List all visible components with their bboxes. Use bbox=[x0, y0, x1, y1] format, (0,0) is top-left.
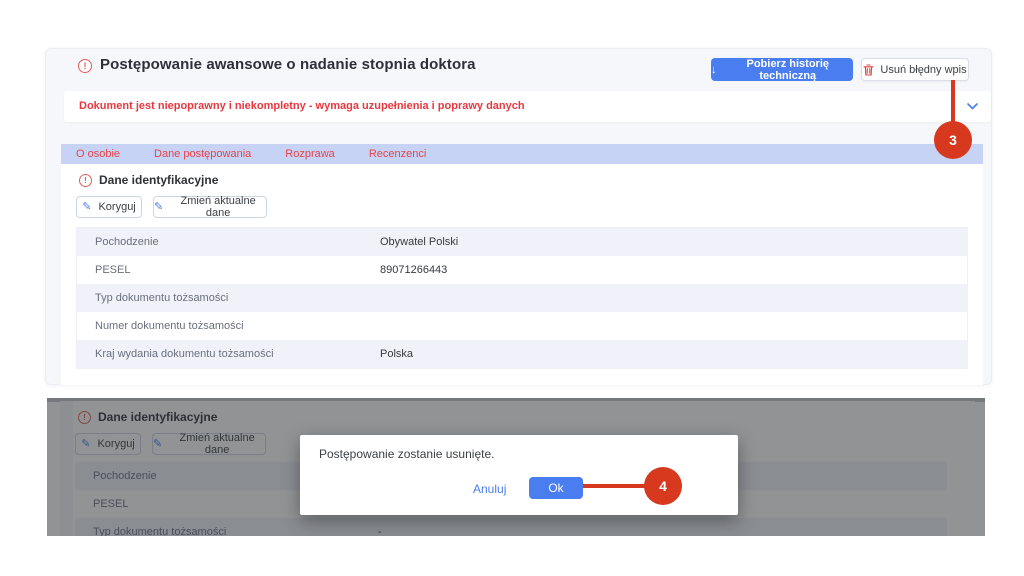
change-button-label: Zmień aktualne dane bbox=[170, 195, 266, 219]
table-row: PESEL 89071266443 bbox=[77, 256, 967, 284]
identification-card: ! Dane identyfikacyjne ✎ Koryguj ✎ Zmień… bbox=[61, 164, 983, 385]
callout-line bbox=[583, 484, 646, 488]
row-label: Pochodzenie bbox=[95, 236, 159, 248]
alert-message: Dokument jest niepoprawny i niekompletny… bbox=[79, 100, 525, 112]
error-icon: ! bbox=[78, 59, 92, 73]
error-icon: ! bbox=[79, 174, 92, 187]
delete-entry-button[interactable]: Usuń błędny wpis bbox=[861, 58, 969, 81]
row-label: Kraj wydania dokumentu tożsamości bbox=[95, 348, 274, 360]
ok-button[interactable]: Ok bbox=[529, 477, 583, 499]
row-value: Polska bbox=[380, 348, 413, 360]
correct-button-label: Koryguj bbox=[98, 201, 135, 213]
table-row: Typ dokumentu tożsamości bbox=[77, 284, 967, 312]
table-row: Kraj wydania dokumentu tożsamości Polska bbox=[77, 340, 967, 368]
tab-rozprawa[interactable]: Rozprawa bbox=[285, 148, 335, 160]
identification-table: Pochodzenie Obywatel Polski PESEL 890712… bbox=[76, 227, 968, 369]
section-heading: Dane identyfikacyjne bbox=[99, 173, 218, 187]
chevron-down-icon bbox=[967, 103, 978, 110]
tab-o-osobie[interactable]: O osobie bbox=[76, 148, 120, 160]
page-title: Postępowanie awansowe o nadanie stopnia … bbox=[100, 56, 476, 73]
alert-expand-toggle[interactable] bbox=[953, 91, 991, 122]
cancel-button[interactable]: Anuluj bbox=[473, 482, 506, 496]
tab-recenzenci[interactable]: Recenzenci bbox=[369, 148, 426, 160]
table-row: Numer dokumentu tożsamości bbox=[77, 312, 967, 340]
download-icon: ↓ bbox=[711, 64, 717, 76]
dimmed-confirmation-panel: ! Dane identyfikacyjne ✎ Koryguj ✎ Zmień… bbox=[47, 398, 985, 536]
row-label: Numer dokumentu tożsamości bbox=[95, 320, 244, 332]
tab-dane-postepowania[interactable]: Dane postępowania bbox=[154, 148, 251, 160]
trash-icon bbox=[863, 64, 874, 76]
callout-line bbox=[951, 80, 955, 124]
pencil-icon: ✎ bbox=[82, 202, 91, 213]
download-button-label: Pobierz historię techniczną bbox=[723, 58, 854, 82]
row-value: 89071266443 bbox=[380, 264, 447, 276]
pencil-icon: ✎ bbox=[154, 202, 163, 213]
section-tabs: O osobie Dane postępowania Rozprawa Rece… bbox=[61, 144, 983, 164]
download-history-button[interactable]: ↓ Pobierz historię techniczną bbox=[711, 58, 853, 81]
row-label: Typ dokumentu tożsamości bbox=[95, 292, 228, 304]
correct-button[interactable]: ✎ Koryguj bbox=[76, 196, 142, 218]
delete-button-label: Usuń błędny wpis bbox=[880, 64, 966, 76]
table-row: Pochodzenie Obywatel Polski bbox=[77, 228, 967, 256]
procedure-panel: ! Postępowanie awansowe o nadanie stopni… bbox=[45, 48, 992, 385]
callout-step-4: 4 bbox=[644, 467, 682, 505]
row-label: PESEL bbox=[95, 264, 130, 276]
validation-alert: Dokument jest niepoprawny i niekompletny… bbox=[64, 91, 991, 122]
row-value: Obywatel Polski bbox=[380, 236, 458, 248]
dialog-message: Postępowanie zostanie usunięte. bbox=[319, 447, 494, 461]
callout-step-3: 3 bbox=[934, 121, 972, 159]
change-current-data-button[interactable]: ✎ Zmień aktualne dane bbox=[153, 196, 267, 218]
